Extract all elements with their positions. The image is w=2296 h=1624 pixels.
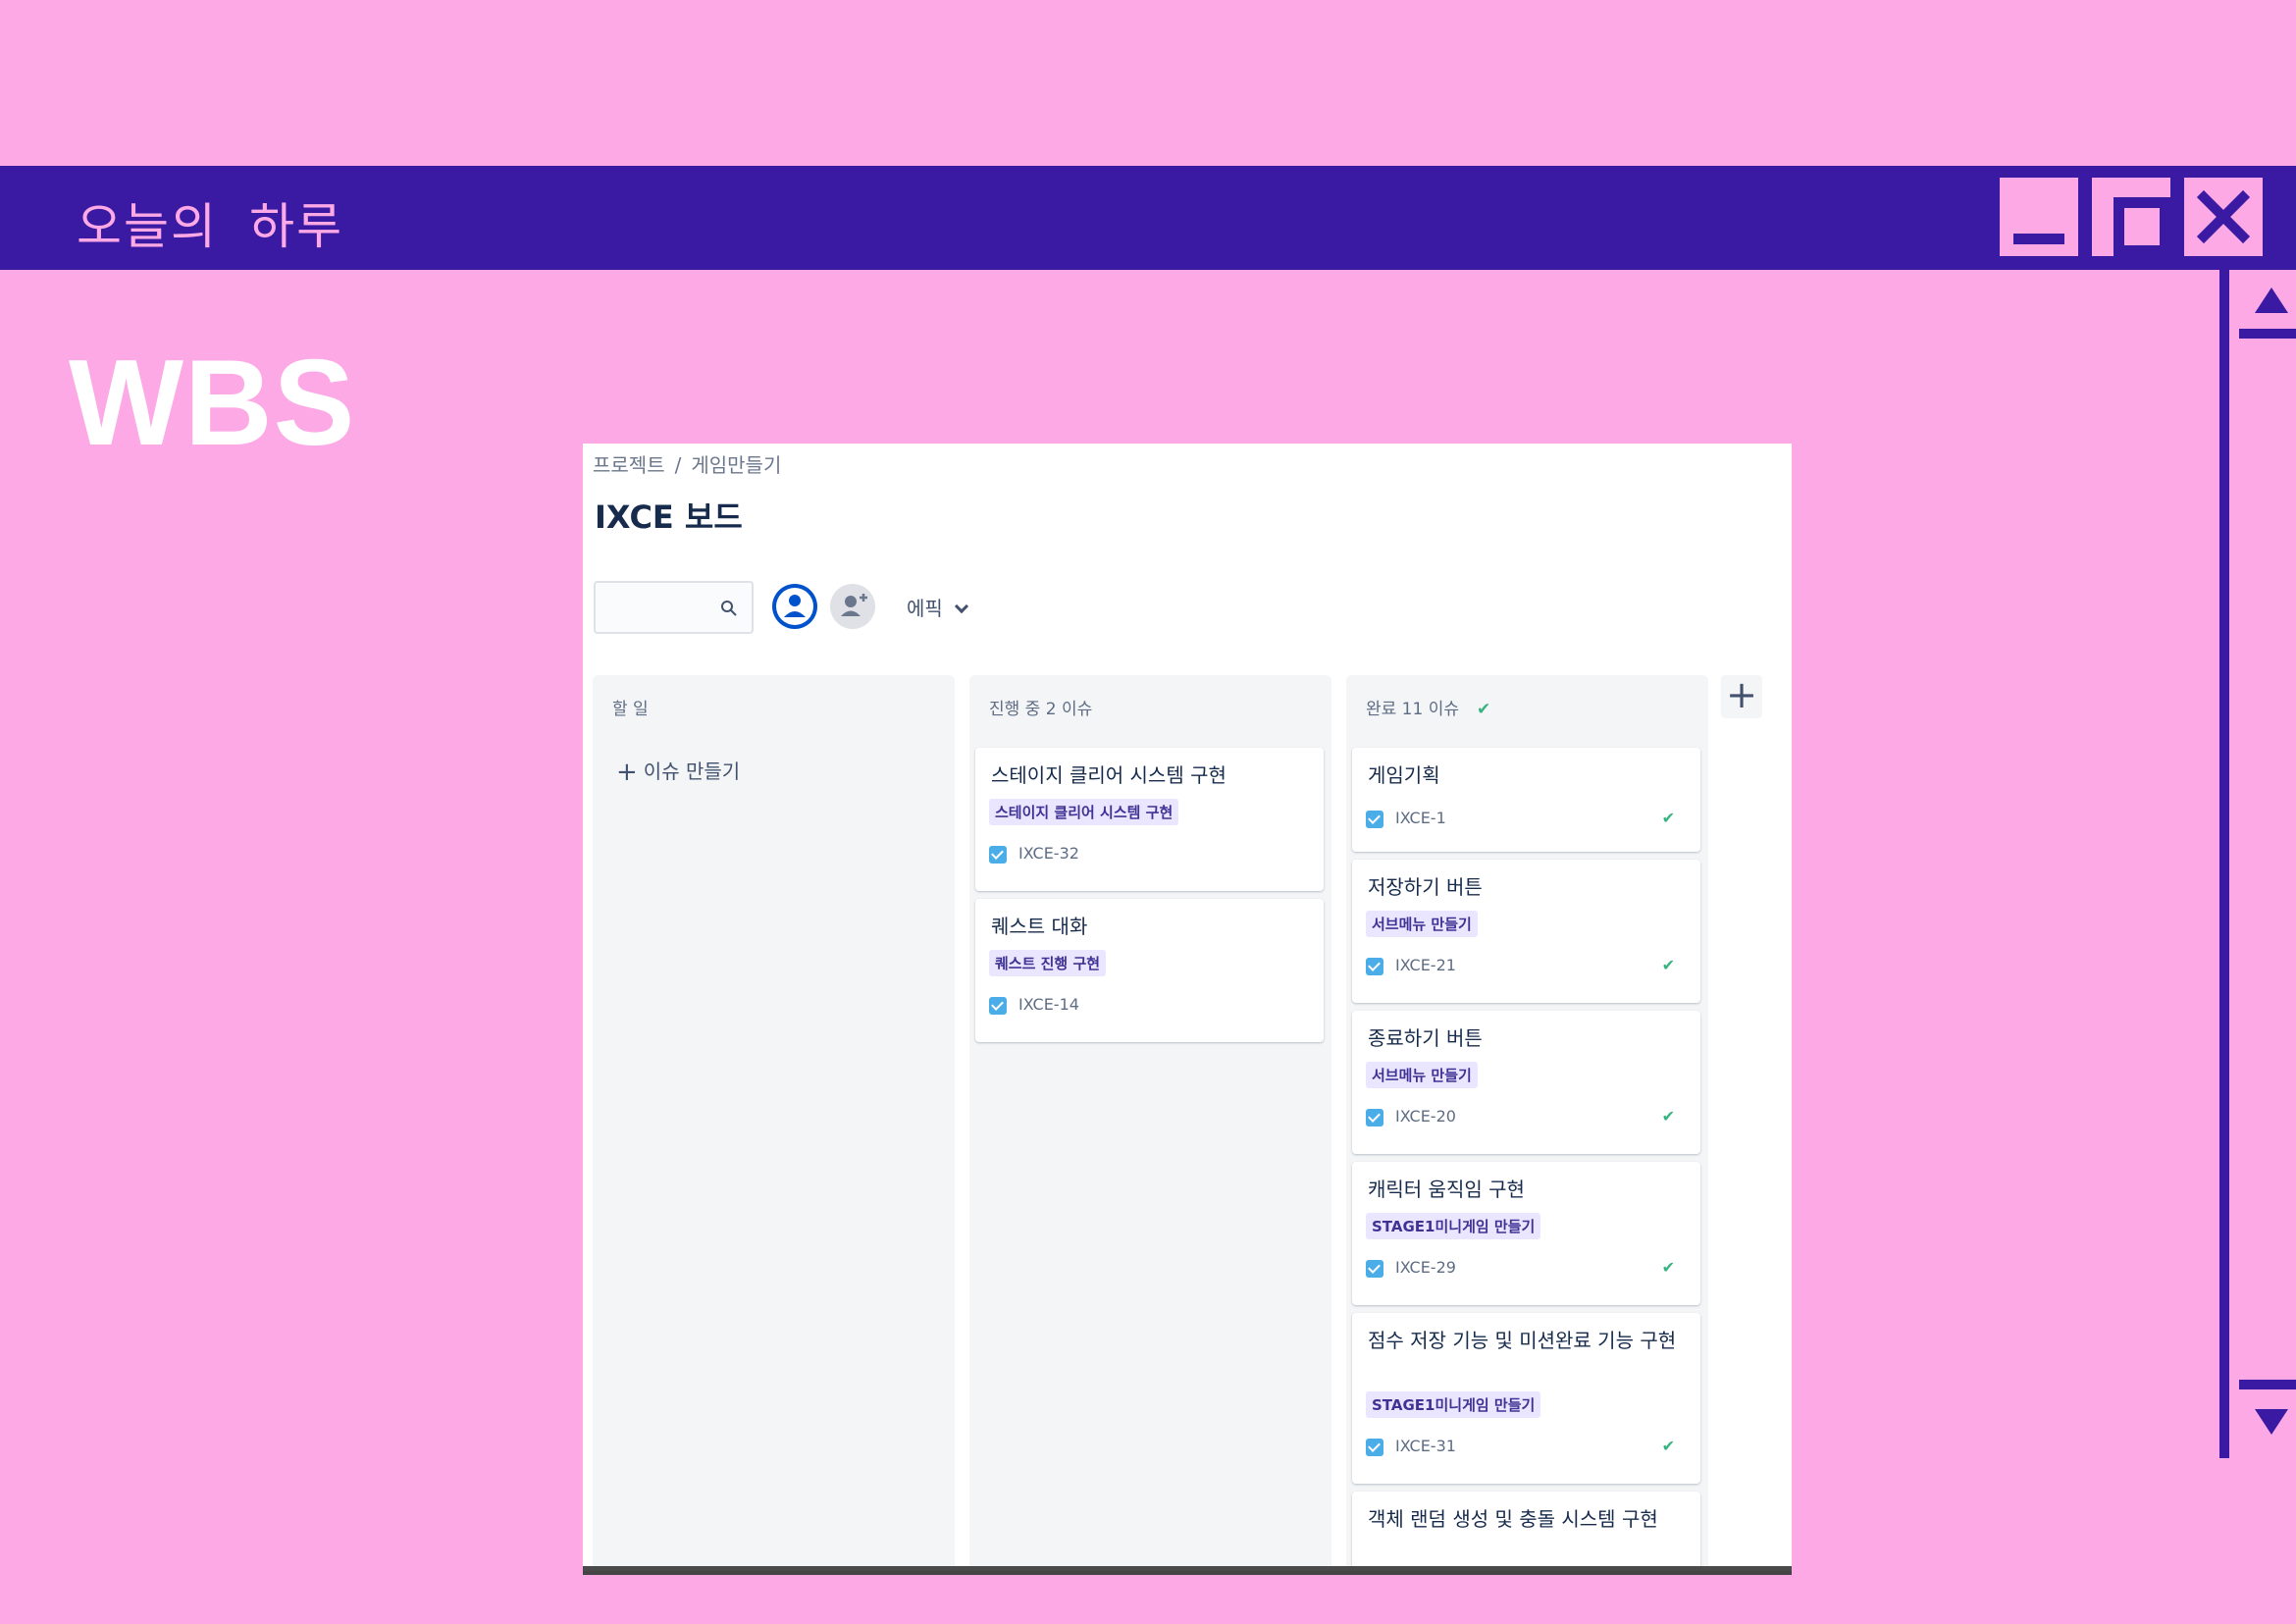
issue-key: IXCE-31 bbox=[1395, 1437, 1456, 1455]
issue-key: IXCE-32 bbox=[1018, 844, 1079, 863]
check-icon: ✔ bbox=[1661, 1107, 1675, 1126]
column-header: 할 일 bbox=[612, 700, 649, 719]
bottom-strip bbox=[583, 1566, 1792, 1571]
checkbox-icon bbox=[1366, 957, 1383, 975]
add-user-icon[interactable] bbox=[830, 584, 875, 629]
epic-filter-label: 에픽 bbox=[907, 597, 943, 620]
card-title: 스테이지 클리어 시스템 구현 bbox=[991, 763, 1226, 787]
window-titlebar: 오늘의 하루 bbox=[0, 166, 2296, 270]
window-title: 오늘의 하루 bbox=[77, 198, 344, 255]
scroll-up-icon bbox=[2255, 288, 2288, 313]
issue-card[interactable]: 객체 랜덤 생성 및 충돌 시스템 구현 bbox=[1352, 1492, 1700, 1571]
card-title: 게임기획 bbox=[1368, 763, 1440, 787]
check-icon: ✔ bbox=[1661, 1258, 1675, 1277]
issue-key-row: IXCE-29 bbox=[1366, 1258, 1456, 1278]
issue-key-row: IXCE-14 bbox=[989, 995, 1079, 1015]
epic-tag: STAGE1미니게임 만들기 bbox=[1366, 1391, 1541, 1418]
minimize-icon[interactable] bbox=[2000, 178, 2078, 256]
column-in-progress: 진행 중 2 이슈 스테이지 클리어 시스템 구현 스테이지 클리어 시스템 구… bbox=[969, 675, 1331, 1571]
board-title: IXCE 보드 bbox=[595, 498, 743, 536]
card-title: 객체 랜덤 생성 및 충돌 시스템 구현 bbox=[1368, 1507, 1658, 1531]
close-icon[interactable] bbox=[2184, 178, 2263, 256]
search-input[interactable] bbox=[594, 581, 754, 634]
breadcrumb-projects[interactable]: 프로젝트 bbox=[593, 453, 665, 477]
epic-tag: 퀘스트 진행 구현 bbox=[989, 950, 1107, 976]
search-icon bbox=[721, 601, 737, 616]
column-header-label: 완료 11 이슈 bbox=[1366, 700, 1459, 719]
epic-tag: STAGE1미니게임 만들기 bbox=[1366, 1213, 1541, 1239]
issue-key-row: IXCE-31 bbox=[1366, 1437, 1456, 1456]
card-title: 종료하기 버튼 bbox=[1368, 1026, 1483, 1050]
card-title: 점수 저장 기능 및 미션완료 기능 구현 bbox=[1368, 1329, 1677, 1352]
user-avatar-icon[interactable] bbox=[772, 584, 817, 629]
checkbox-icon bbox=[1366, 1438, 1383, 1456]
maximize-icon[interactable] bbox=[2092, 178, 2170, 256]
column-header: 완료 11 이슈 ✔ bbox=[1366, 695, 1490, 719]
check-icon: ✔ bbox=[1661, 956, 1675, 974]
issue-key-row: IXCE-21 bbox=[1366, 956, 1456, 975]
card-title: 퀘스트 대화 bbox=[991, 915, 1088, 938]
column-header: 진행 중 2 이슈 bbox=[989, 700, 1093, 719]
checkbox-icon bbox=[1366, 1108, 1383, 1126]
issue-card[interactable]: 스테이지 클리어 시스템 구현 스테이지 클리어 시스템 구현 IXCE-32 bbox=[975, 748, 1324, 891]
column-todo: 할 일 + 이슈 만들기 bbox=[593, 675, 955, 1571]
epic-tag: 서브메뉴 만들기 bbox=[1366, 1062, 1478, 1088]
board-screenshot: 프로젝트 / 게임만들기 IXCE 보드 에픽 할 일 + 이슈 만들기 진행 중 2… bbox=[583, 444, 1792, 1575]
vertical-scrollbar[interactable] bbox=[2219, 270, 2296, 1458]
issue-key-row: IXCE-32 bbox=[989, 844, 1079, 864]
issue-key-row: IXCE-1 bbox=[1366, 809, 1446, 828]
issue-card[interactable]: 퀘스트 대화 퀘스트 진행 구현 IXCE-14 bbox=[975, 899, 1324, 1042]
issue-key: IXCE-21 bbox=[1395, 956, 1456, 974]
issue-card[interactable]: 점수 저장 기능 및 미션완료 기능 구현 STAGE1미니게임 만들기 IXC… bbox=[1352, 1313, 1700, 1484]
check-icon: ✔ bbox=[1477, 700, 1491, 719]
epic-filter-dropdown[interactable]: 에픽 bbox=[907, 593, 968, 621]
card-title: 캐릭터 움직임 구현 bbox=[1368, 1178, 1525, 1201]
add-column-button[interactable]: + bbox=[1721, 675, 1762, 718]
check-icon: ✔ bbox=[1661, 809, 1675, 827]
issue-key: IXCE-14 bbox=[1018, 995, 1079, 1014]
issue-key: IXCE-1 bbox=[1395, 809, 1446, 827]
issue-card[interactable]: 캐릭터 움직임 구현 STAGE1미니게임 만들기 IXCE-29 ✔ bbox=[1352, 1162, 1700, 1305]
card-title: 저장하기 버튼 bbox=[1368, 875, 1483, 899]
issue-key-row: IXCE-20 bbox=[1366, 1107, 1456, 1126]
check-icon: ✔ bbox=[1661, 1437, 1675, 1455]
checkbox-icon bbox=[1366, 810, 1383, 828]
checkbox-icon bbox=[989, 996, 1007, 1015]
issue-card[interactable]: 저장하기 버튼 서브메뉴 만들기 IXCE-21 ✔ bbox=[1352, 860, 1700, 1003]
plus-icon: + bbox=[616, 758, 638, 787]
checkbox-icon bbox=[989, 845, 1007, 864]
epic-tag: 서브메뉴 만들기 bbox=[1366, 911, 1478, 937]
create-issue-label: 이슈 만들기 bbox=[643, 760, 741, 783]
epic-tag: 스테이지 클리어 시스템 구현 bbox=[989, 799, 1179, 825]
scroll-up-button[interactable] bbox=[2239, 270, 2296, 339]
scroll-down-button[interactable] bbox=[2239, 1380, 2296, 1448]
scroll-down-icon bbox=[2255, 1409, 2288, 1435]
create-issue-button[interactable]: + 이슈 만들기 bbox=[616, 756, 741, 787]
chevron-down-icon bbox=[954, 599, 968, 614]
issue-card[interactable]: 게임기획 IXCE-1 ✔ bbox=[1352, 748, 1700, 852]
checkbox-icon bbox=[1366, 1259, 1383, 1278]
breadcrumb: 프로젝트 / 게임만들기 bbox=[593, 449, 781, 478]
breadcrumb-project[interactable]: 게임만들기 bbox=[691, 453, 781, 477]
column-done: 완료 11 이슈 ✔ 게임기획 IXCE-1 ✔ 저장하기 버튼 서브메뉴 만들기… bbox=[1346, 675, 1708, 1571]
slide-heading: WBS bbox=[69, 336, 356, 471]
breadcrumb-separator: / bbox=[674, 453, 682, 477]
issue-key: IXCE-20 bbox=[1395, 1107, 1456, 1126]
issue-key: IXCE-29 bbox=[1395, 1258, 1456, 1277]
issue-card[interactable]: 종료하기 버튼 서브메뉴 만들기 IXCE-20 ✔ bbox=[1352, 1011, 1700, 1154]
